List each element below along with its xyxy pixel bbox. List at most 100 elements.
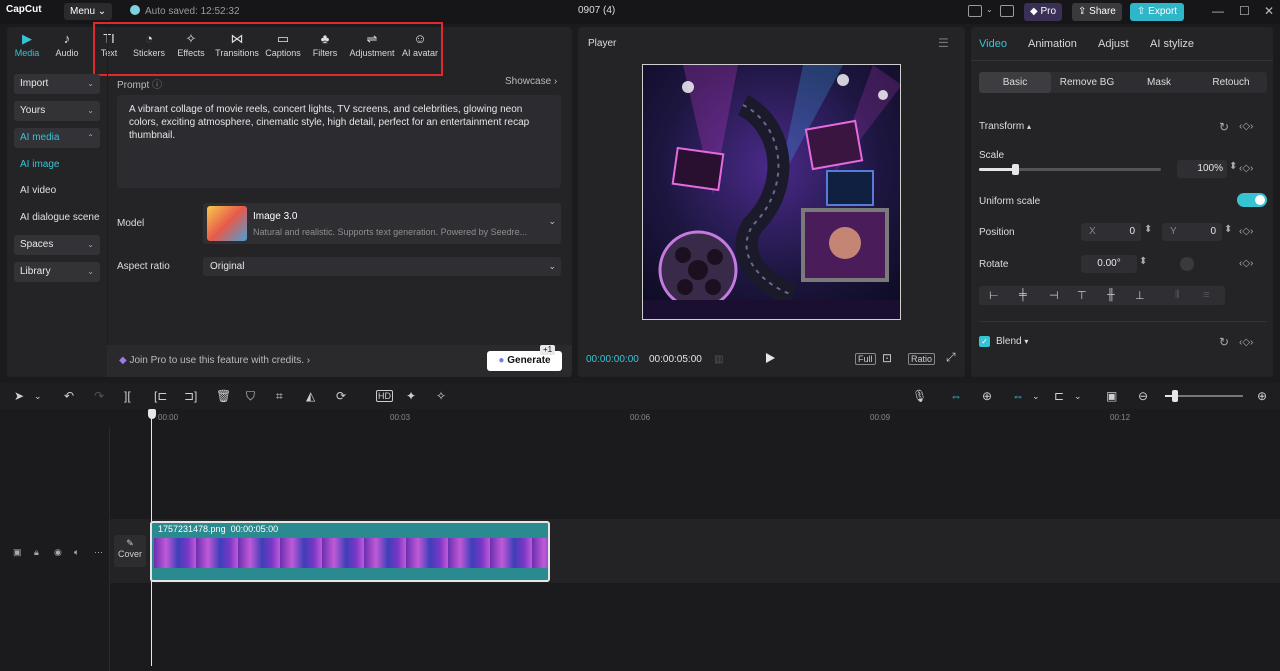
marker-icon[interactable]: ⛉ <box>246 389 255 404</box>
preview-axis-icon[interactable]: ⊏ <box>1054 389 1064 403</box>
tab-ai-stylize[interactable]: AI stylize <box>1150 38 1194 50</box>
align-right-icon[interactable]: ⊣ <box>1049 289 1059 302</box>
more-icon[interactable]: ⋯ <box>94 547 103 558</box>
rotate-dial[interactable] <box>1180 257 1194 271</box>
join-pro-link[interactable]: ◆ Join Pro to use this feature with cred… <box>119 355 310 366</box>
lock-icon[interactable]: 🔒︎ <box>34 547 39 558</box>
layout-icon[interactable] <box>968 5 982 17</box>
sidebar-item-spaces[interactable]: Spaces ⌄ <box>14 235 100 255</box>
split-icon[interactable]: ][ <box>124 389 131 403</box>
uniform-scale-toggle[interactable] <box>1237 193 1267 207</box>
transform-label[interactable]: Transform ▴ <box>979 121 1031 132</box>
full-quality-button[interactable]: Full <box>855 353 876 365</box>
eye-icon[interactable]: ◉ <box>54 547 62 558</box>
reset-icon[interactable]: ↻ <box>1219 335 1229 349</box>
chevron-down-icon[interactable]: ⌄ <box>986 5 993 14</box>
align-center-v-icon[interactable]: ╫ <box>1107 289 1115 301</box>
keyframe-icon[interactable]: ‹◇› <box>1239 258 1253 269</box>
distribute-h-icon[interactable]: ⫴ <box>1175 289 1180 302</box>
caption-display-icon[interactable]: ▣ <box>1106 389 1117 403</box>
playhead[interactable] <box>151 411 152 666</box>
zoom-out-icon[interactable]: ⊖ <box>1138 389 1148 403</box>
keyframe-icon[interactable]: ‹◇› <box>1239 121 1253 132</box>
chevron-down-icon[interactable]: ⌄ <box>1032 391 1040 402</box>
chevron-down-icon[interactable]: ⌄ <box>1074 391 1082 402</box>
video-preview[interactable] <box>642 64 901 320</box>
cover-button[interactable]: ✎ Cover <box>114 535 146 567</box>
zoom-slider-handle[interactable] <box>1172 390 1178 402</box>
stepper-icon[interactable]: ⬍ <box>1139 256 1147 267</box>
blend-checkbox[interactable]: ✓ <box>979 336 990 347</box>
video-clip[interactable]: 1757231478.png 00:00:05:00 <box>150 521 550 582</box>
tab-video[interactable]: Video <box>979 38 1007 50</box>
fullscreen-icon[interactable]: ⤢ <box>946 350 956 365</box>
shortcut-icon[interactable] <box>1000 5 1014 17</box>
blend-label[interactable]: Blend ▾ <box>996 336 1028 347</box>
main-track-magnet-icon[interactable]: ⇔ <box>950 389 962 403</box>
select-tool-icon[interactable]: ➤ <box>14 389 24 403</box>
sidebar-subitem-ai-image[interactable]: AI image <box>20 159 59 170</box>
menu-icon[interactable]: ☰ <box>938 36 949 50</box>
timeline-display-icon[interactable]: ▥ <box>714 354 723 365</box>
reset-icon[interactable]: ↻ <box>1219 120 1229 134</box>
split-left-icon[interactable]: [⊏ <box>154 389 167 403</box>
playhead-handle[interactable] <box>148 409 156 419</box>
ai-person-icon[interactable]: ✧ <box>436 389 446 403</box>
close-icon[interactable]: ✕ <box>1264 4 1274 18</box>
crop-icon[interactable]: ⌗ <box>276 389 283 404</box>
delete-icon[interactable]: 🗑 <box>216 389 231 403</box>
stepper-icon[interactable]: ⬍ <box>1224 224 1232 235</box>
screenshot-icon[interactable]: ⊡ <box>882 351 892 365</box>
align-center-h-icon[interactable]: ╪ <box>1019 289 1027 301</box>
scale-input[interactable]: 100% <box>1177 160 1227 178</box>
split-right-icon[interactable]: ⊐] <box>184 389 197 403</box>
sidebar-item-yours[interactable]: Yours ⌄ <box>14 101 100 121</box>
subtab-mask[interactable]: Mask <box>1123 72 1195 93</box>
undo-icon[interactable]: ↶ <box>64 389 74 403</box>
tab-animation[interactable]: Animation <box>1028 38 1077 50</box>
keyframe-icon[interactable]: ‹◇› <box>1239 337 1253 348</box>
align-bottom-icon[interactable]: ⊥ <box>1135 289 1145 302</box>
keyframe-icon[interactable]: ‹◇› <box>1239 226 1253 237</box>
aspect-ratio-select[interactable]: Original ⌄ <box>203 257 561 276</box>
time-ruler[interactable]: 00:00 00:03 00:06 00:09 00:12 <box>150 409 1280 427</box>
export-button[interactable]: ⇧ Export <box>1130 3 1185 21</box>
sidebar-subitem-ai-dialogue[interactable]: AI dialogue scene <box>20 212 100 223</box>
stepper-icon[interactable]: ⬍ <box>1229 161 1237 172</box>
prompt-input[interactable]: A vibrant collage of movie reels, concer… <box>117 95 561 188</box>
ratio-button[interactable]: Ratio <box>908 353 936 365</box>
sidebar-subitem-ai-video[interactable]: AI video <box>20 185 56 196</box>
mirror-icon[interactable]: ◭ <box>306 389 315 403</box>
magic-wand-icon[interactable]: ✦ <box>406 389 416 403</box>
pro-button[interactable]: ◆ Pro <box>1024 3 1063 21</box>
align-left-icon[interactable]: ⊢ <box>989 289 999 302</box>
menu-button[interactable]: Menu ⌄ <box>64 3 113 20</box>
tab-audio[interactable]: ♪ Audio <box>53 32 81 59</box>
maximize-icon[interactable]: ☐ <box>1239 4 1250 18</box>
subtab-basic[interactable]: Basic <box>979 72 1051 93</box>
showcase-link[interactable]: Showcase › <box>505 76 557 87</box>
track-thumbnail-icon[interactable]: ▣ <box>13 547 22 558</box>
hd-icon[interactable]: HD <box>376 390 393 402</box>
speaker-icon[interactable]: 🔈︎ <box>74 547 79 558</box>
project-title[interactable]: 0907 (4) <box>578 5 615 16</box>
tab-media[interactable]: ▶ Media <box>14 32 40 59</box>
scale-slider-handle[interactable] <box>1012 164 1020 175</box>
align-top-icon[interactable]: ⊤ <box>1077 289 1087 302</box>
stepper-icon[interactable]: ⬍ <box>1144 224 1152 235</box>
chevron-down-icon[interactable]: ⌄ <box>34 391 42 402</box>
microphone-icon[interactable]: 🎙 <box>912 389 927 403</box>
rotate-icon[interactable]: ⟳ <box>336 389 346 403</box>
redo-icon[interactable]: ↷ <box>94 389 104 403</box>
share-button[interactable]: ⇪ Share <box>1072 3 1122 21</box>
auto-snap-icon[interactable]: ⇔ <box>1012 389 1024 403</box>
sidebar-item-library[interactable]: Library ⌄ <box>14 262 100 282</box>
tab-adjust[interactable]: Adjust <box>1098 38 1129 50</box>
zoom-in-icon[interactable]: ⊕ <box>1257 389 1267 403</box>
link-icon[interactable]: ⊕ <box>982 389 992 403</box>
position-x-input[interactable]: X0 <box>1081 223 1141 241</box>
model-select[interactable]: Image 3.0 Natural and realistic. Support… <box>203 203 561 244</box>
subtab-remove-bg[interactable]: Remove BG <box>1051 72 1123 93</box>
keyframe-icon[interactable]: ‹◇› <box>1239 163 1253 174</box>
play-icon[interactable] <box>766 353 775 363</box>
